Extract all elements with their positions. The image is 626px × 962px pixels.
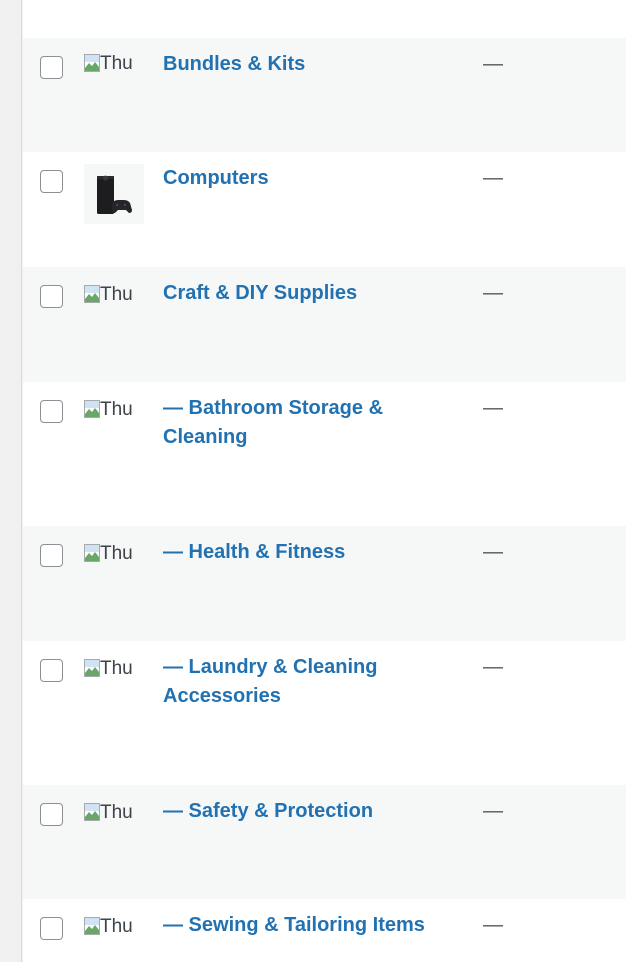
table-row: Thu Craft & DIY Supplies — <box>23 267 626 382</box>
category-description: — <box>483 914 503 936</box>
category-name-link[interactable]: Craft & DIY Supplies <box>163 279 423 308</box>
category-thumbnail: Thu <box>84 800 144 826</box>
previous-row-tail <box>23 0 626 38</box>
category-name-link[interactable]: Bundles & Kits <box>163 50 423 79</box>
row-select-checkbox[interactable] <box>40 917 63 940</box>
category-thumbnail: Thu <box>84 51 144 77</box>
category-thumbnail <box>84 164 144 224</box>
thumbnail-alt-text: Thu <box>100 658 133 679</box>
admin-menu-edge <box>0 0 22 962</box>
thumbnail-alt-text: Thu <box>100 543 133 564</box>
broken-image-icon <box>84 54 100 72</box>
category-name-link[interactable]: — Safety & Protection <box>163 797 423 826</box>
category-name-link[interactable]: — Health & Fitness <box>163 538 423 567</box>
table-row: Thu — Health & Fitness — <box>23 526 626 641</box>
category-name-link[interactable]: Computers <box>163 164 423 193</box>
category-thumbnail: Thu <box>84 397 144 423</box>
thumbnail-alt-text: Thu <box>100 284 133 305</box>
row-select-checkbox[interactable] <box>40 56 63 79</box>
row-select-checkbox[interactable] <box>40 400 63 423</box>
category-name-link[interactable]: — Sewing & Tailoring Items <box>163 911 463 940</box>
broken-image-icon <box>84 803 100 821</box>
category-description: — <box>483 167 503 189</box>
row-select-checkbox[interactable] <box>40 285 63 308</box>
category-description: — <box>483 282 503 304</box>
table-row: Computers — <box>23 152 626 267</box>
table-row: Thu — Safety & Protection — <box>23 785 626 899</box>
table-row: Thu — Sewing & Tailoring Items — <box>23 899 626 962</box>
category-description: — <box>483 397 503 419</box>
categories-table: Thu Bundles & Kits — Computers — Thu Cra… <box>23 0 626 962</box>
game-console-image <box>84 164 144 224</box>
category-description: — <box>483 656 503 678</box>
table-row: Thu Bundles & Kits — <box>23 38 626 152</box>
category-thumbnail: Thu <box>84 656 144 682</box>
category-thumbnail: Thu <box>84 914 144 940</box>
row-select-checkbox[interactable] <box>40 544 63 567</box>
category-thumbnail: Thu <box>84 282 144 308</box>
category-name-link[interactable]: — Bathroom Storage & Cleaning <box>163 394 423 452</box>
broken-image-icon <box>84 917 100 935</box>
thumbnail-alt-text: Thu <box>100 399 133 420</box>
row-select-checkbox[interactable] <box>40 659 63 682</box>
table-row: Thu — Bathroom Storage & Cleaning — <box>23 382 626 526</box>
thumbnail-alt-text: Thu <box>100 53 133 74</box>
broken-image-icon <box>84 544 100 562</box>
thumbnail-alt-text: Thu <box>100 916 133 937</box>
category-name-link[interactable]: — Laundry & Cleaning Accessories <box>163 653 423 711</box>
broken-image-icon <box>84 285 100 303</box>
thumbnail-alt-text: Thu <box>100 802 133 823</box>
broken-image-icon <box>84 659 100 677</box>
broken-image-icon <box>84 400 100 418</box>
category-description: — <box>483 541 503 563</box>
row-select-checkbox[interactable] <box>40 803 63 826</box>
table-row: Thu — Laundry & Cleaning Accessories — <box>23 641 626 785</box>
category-description: — <box>483 800 503 822</box>
category-description: — <box>483 53 503 75</box>
row-select-checkbox[interactable] <box>40 170 63 193</box>
category-thumbnail: Thu <box>84 541 144 567</box>
